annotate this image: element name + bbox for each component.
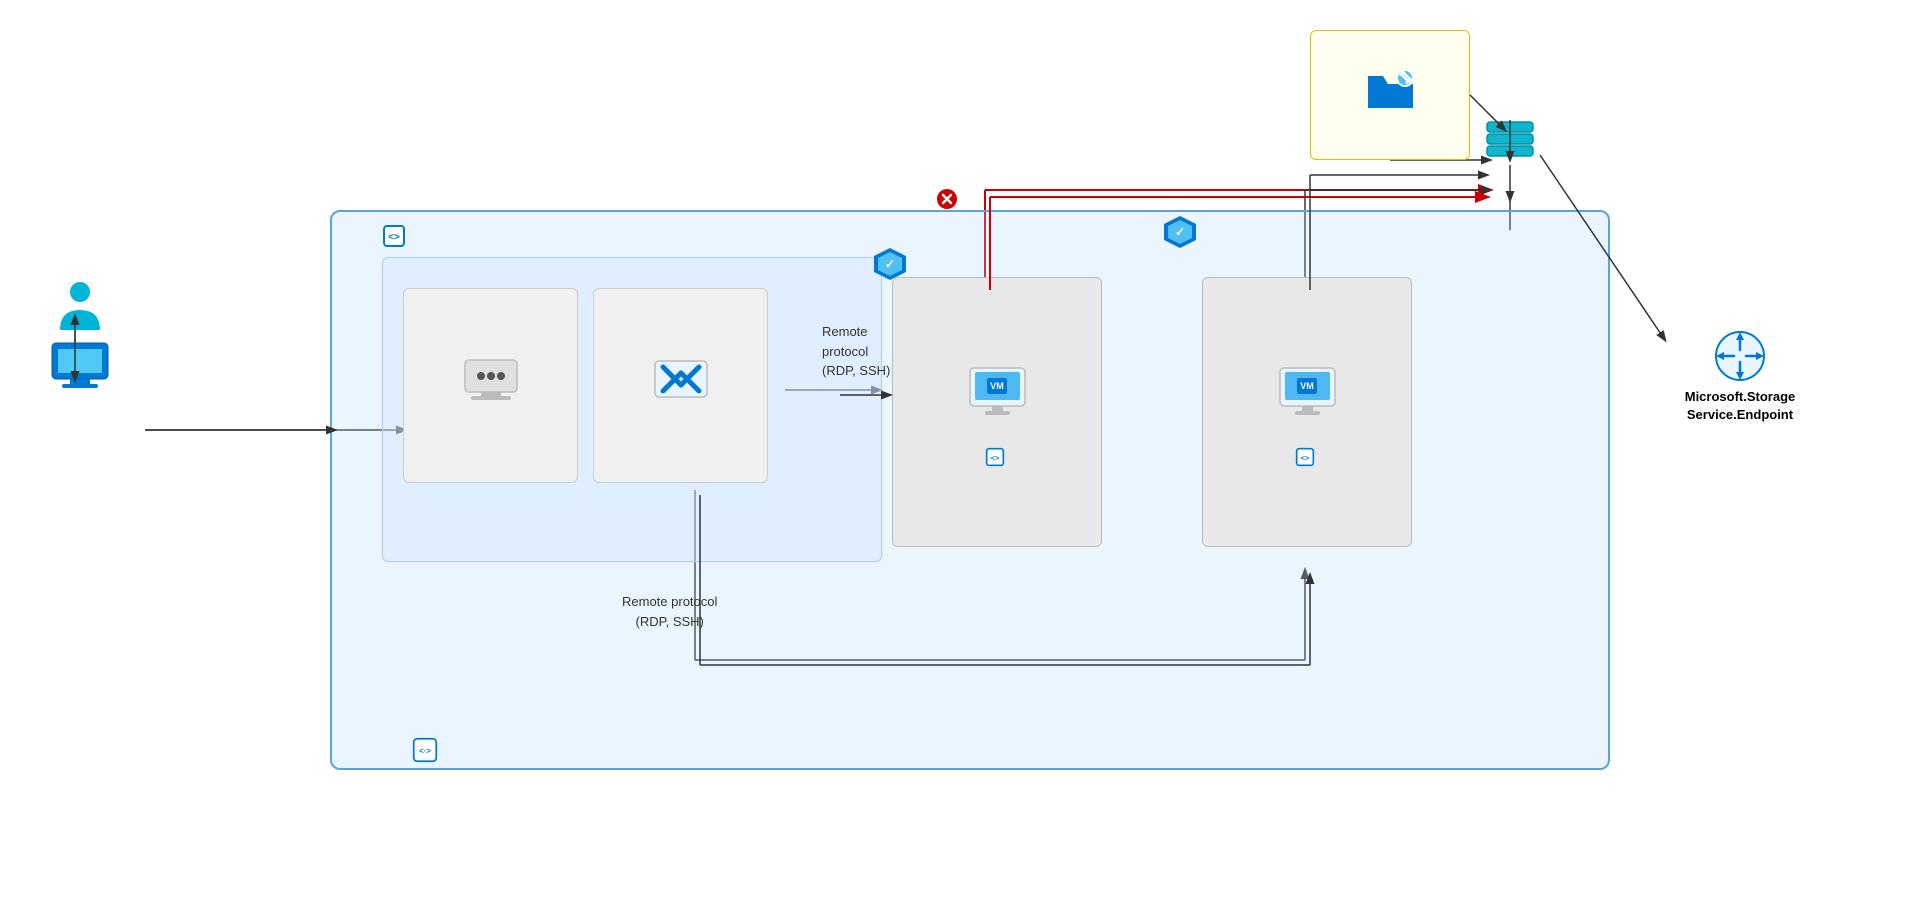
file-share-icon xyxy=(1363,66,1418,116)
svg-text:<·>: <·> xyxy=(419,746,431,755)
public-ip-box xyxy=(403,288,578,483)
subnet1-box: VM <> xyxy=(892,277,1102,547)
subnet1-icon: <> xyxy=(985,447,1005,467)
remote-protocol-label-2: Remote protocol(RDP, SSH) xyxy=(622,592,717,631)
user-icon xyxy=(55,280,105,335)
svg-text:✓: ✓ xyxy=(885,257,895,271)
service-endpoint-icon xyxy=(1714,330,1766,382)
public-ip-icon xyxy=(461,356,521,406)
storage1-icon xyxy=(1485,120,1535,162)
nsg-private-icon: ✓ xyxy=(1162,214,1198,250)
access-denied-icon xyxy=(936,188,958,210)
subnet-private-footer: <> xyxy=(1295,447,1319,467)
access-denied-container xyxy=(930,188,958,210)
vnet1-icon: <·> xyxy=(412,737,438,763)
storage1-container xyxy=(1485,120,1535,166)
subnet-private-box: VM <> xyxy=(1202,277,1412,547)
vnet-box: <> xyxy=(330,210,1610,770)
svg-text:✓: ✓ xyxy=(1175,225,1185,239)
diagram-container: <> xyxy=(0,0,1911,907)
subnet-private-icon: <> xyxy=(1295,447,1315,467)
vnet1-footer: <·> xyxy=(412,737,444,763)
bastion-subnet-icon: <> xyxy=(382,224,406,248)
svg-text:VM: VM xyxy=(1300,381,1314,391)
bastion-icon xyxy=(651,353,711,408)
svg-text:VM: VM xyxy=(990,381,1004,391)
svg-text:<>: <> xyxy=(388,232,400,243)
subnet1-footer: <> xyxy=(985,447,1009,467)
svg-text:<>: <> xyxy=(1301,453,1310,462)
monitor-icon xyxy=(50,341,110,391)
bastion-subnet-header: <> xyxy=(382,224,412,248)
svg-text:<>: <> xyxy=(991,453,1000,462)
service-endpoint-container: Microsoft.StorageService.Endpoint xyxy=(1660,330,1820,424)
nsg-private-container: ✓ xyxy=(1162,212,1198,250)
bastion-subnet-box xyxy=(382,257,882,562)
remote-protocol-label-1: Remoteprotocol(RDP, SSH) xyxy=(822,322,890,381)
service-endpoint-label: Microsoft.StorageService.Endpoint xyxy=(1685,388,1796,424)
bastion-box xyxy=(593,288,768,483)
file-share-box xyxy=(1310,30,1470,160)
vm2-icon: VM xyxy=(1275,358,1340,423)
azure-portal-section xyxy=(50,280,110,401)
vm1-icon: VM xyxy=(965,358,1030,423)
